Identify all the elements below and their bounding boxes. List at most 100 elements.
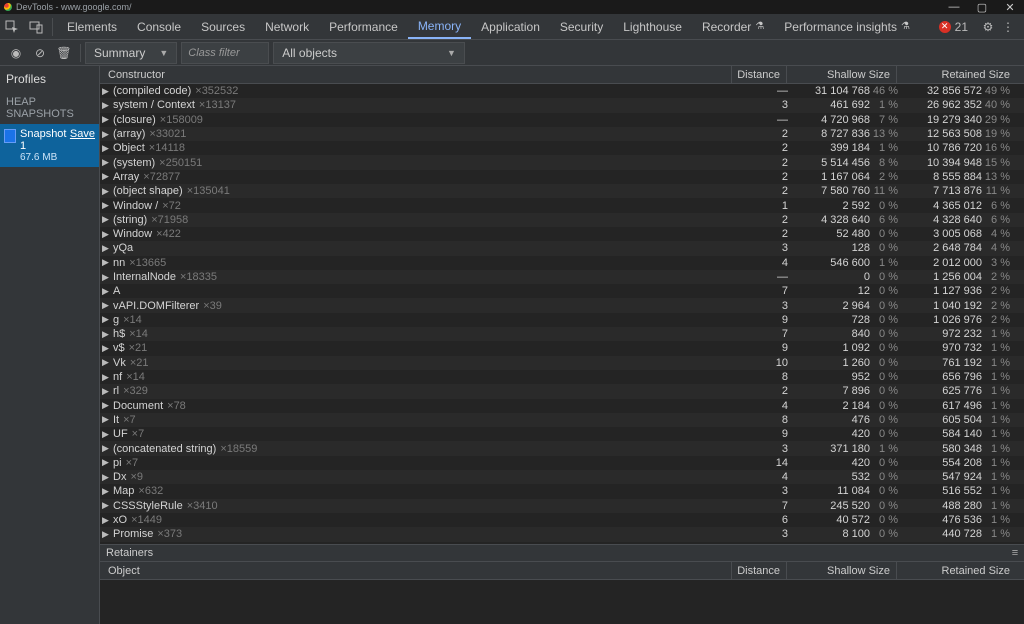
heap-row[interactable]: ▶Vk×21101 2600 %761 1921 % (100, 356, 1024, 370)
heap-row[interactable]: ▶yQa31280 %2 648 7844 % (100, 241, 1024, 255)
col-retained[interactable]: Retained Size (896, 66, 1016, 83)
expand-icon[interactable]: ▶ (102, 414, 111, 425)
class-filter-input[interactable] (181, 42, 269, 64)
expand-icon[interactable]: ▶ (102, 186, 111, 197)
expand-icon[interactable]: ▶ (102, 457, 111, 468)
heap-row[interactable]: ▶Window×422252 4800 %3 005 0684 % (100, 227, 1024, 241)
expand-icon[interactable]: ▶ (102, 143, 111, 154)
device-toggle-icon[interactable] (24, 20, 48, 34)
heap-row[interactable]: ▶(string)×7195824 328 6406 %4 328 6406 % (100, 213, 1024, 227)
expand-icon[interactable]: ▶ (102, 86, 111, 97)
col-shallow[interactable]: Shallow Size (786, 562, 896, 579)
heap-row[interactable]: ▶xO×1449640 5720 %476 5361 % (100, 513, 1024, 527)
tab-security[interactable]: Security (550, 14, 613, 39)
expand-icon[interactable]: ▶ (102, 214, 111, 225)
tab-performance-insights[interactable]: Performance insights⚗ (774, 14, 920, 39)
expand-icon[interactable]: ▶ (102, 429, 111, 440)
heap-row[interactable]: ▶(concatenated string)×185593371 1801 %5… (100, 441, 1024, 455)
heap-row[interactable]: ▶Dx×945320 %547 9241 % (100, 470, 1024, 484)
col-retained[interactable]: Retained Size (896, 562, 1016, 579)
snapshot-item[interactable]: Snapshot 1 Save 67.6 MB (0, 124, 99, 167)
expand-icon[interactable]: ▶ (102, 171, 111, 182)
heap-row[interactable]: ▶vAPI.DOMFilterer×3932 9640 %1 040 1922 … (100, 298, 1024, 312)
heap-row[interactable]: ▶Document×7842 1840 %617 4961 % (100, 399, 1024, 413)
delete-icon[interactable]: 🗑 (52, 41, 76, 65)
expand-icon[interactable]: ▶ (102, 515, 111, 526)
expand-icon[interactable]: ▶ (102, 329, 111, 340)
expand-icon[interactable]: ▶ (102, 257, 111, 268)
heap-row[interactable]: ▶nf×1489520 %656 7961 % (100, 370, 1024, 384)
heap-row[interactable]: ▶v$×2191 0920 %970 7321 % (100, 341, 1024, 355)
expand-icon[interactable]: ▶ (102, 400, 111, 411)
expand-icon[interactable]: ▶ (102, 314, 111, 325)
heap-row[interactable]: ▶(object shape)×13504127 580 76011 %7 71… (100, 184, 1024, 198)
col-object[interactable]: Object (100, 565, 731, 577)
heap-row[interactable]: ▶InternalNode×18335—00 %1 256 0042 % (100, 270, 1024, 284)
scope-dropdown[interactable]: All objects ▼ (273, 42, 465, 64)
heap-row[interactable]: ▶Object×141182399 1841 %10 786 72016 % (100, 141, 1024, 155)
col-distance[interactable]: Distance (731, 562, 786, 579)
heap-row[interactable]: ▶g×1497280 %1 026 9762 % (100, 313, 1024, 327)
expand-icon[interactable]: ▶ (102, 157, 111, 168)
col-shallow[interactable]: Shallow Size (786, 66, 896, 83)
heap-row[interactable]: ▶nn×136654546 6001 %2 012 0003 % (100, 256, 1024, 270)
tab-recorder[interactable]: Recorder⚗ (692, 14, 774, 39)
expand-icon[interactable]: ▶ (102, 114, 111, 125)
expand-icon[interactable]: ▶ (102, 300, 111, 311)
heap-row[interactable]: ▶rl×32927 8960 %625 7761 % (100, 384, 1024, 398)
minimize-button[interactable]: — (940, 1, 968, 13)
view-dropdown[interactable]: Summary ▼ (85, 42, 177, 64)
tab-sources[interactable]: Sources (191, 14, 255, 39)
col-constructor[interactable]: Constructor (100, 69, 731, 81)
expand-icon[interactable]: ▶ (102, 372, 111, 383)
tab-console[interactable]: Console (127, 14, 191, 39)
expand-icon[interactable]: ▶ (102, 229, 111, 240)
expand-icon[interactable]: ▶ (102, 472, 111, 483)
heap-row[interactable]: ▶pi×7144200 %554 2081 % (100, 456, 1024, 470)
heap-row[interactable]: ▶Promise×37338 1000 %440 7281 % (100, 527, 1024, 541)
grid-body[interactable]: ▶(compiled code)×352532—31 104 76846 %32… (100, 84, 1024, 544)
expand-icon[interactable]: ▶ (102, 386, 111, 397)
heap-row[interactable]: ▶(system)×25015125 514 4568 %10 394 9481… (100, 155, 1024, 169)
expand-icon[interactable]: ▶ (102, 486, 111, 497)
expand-icon[interactable]: ▶ (102, 443, 111, 454)
expand-icon[interactable]: ▶ (102, 529, 111, 540)
expand-icon[interactable]: ▶ (102, 357, 111, 368)
tab-elements[interactable]: Elements (57, 14, 127, 39)
error-badge[interactable]: ✕ 21 (939, 20, 968, 34)
tab-application[interactable]: Application (471, 14, 550, 39)
heap-row[interactable]: ▶system / Context×131373461 6921 %26 962… (100, 98, 1024, 112)
tab-performance[interactable]: Performance (319, 14, 408, 39)
heap-row[interactable]: ▶h$×1478400 %972 2321 % (100, 327, 1024, 341)
record-icon[interactable]: ◉ (4, 41, 28, 65)
expand-icon[interactable]: ▶ (102, 100, 111, 111)
heap-row[interactable]: ▶A7120 %1 127 9362 % (100, 284, 1024, 298)
heap-row[interactable]: ▶(array)×3302128 727 83613 %12 563 50819… (100, 127, 1024, 141)
tab-memory[interactable]: Memory (408, 14, 471, 39)
expand-icon[interactable]: ▶ (102, 343, 111, 354)
heap-row[interactable]: ▶It×784760 %605 5041 % (100, 413, 1024, 427)
expand-icon[interactable]: ▶ (102, 243, 111, 254)
expand-icon[interactable]: ▶ (102, 129, 111, 140)
tab-network[interactable]: Network (255, 14, 319, 39)
heap-row[interactable]: ▶Array×7287721 167 0642 %8 555 88413 % (100, 170, 1024, 184)
heap-row[interactable]: ▶Map×632311 0840 %516 5521 % (100, 484, 1024, 498)
kebab-menu-icon[interactable]: ⋮ (998, 20, 1018, 34)
inspect-icon[interactable] (0, 20, 24, 34)
retainers-menu-icon[interactable]: ≡ (1006, 547, 1024, 559)
clear-icon[interactable]: ⊘ (28, 41, 52, 65)
heap-row[interactable]: ▶Window /×7212 5920 %4 365 0126 % (100, 198, 1024, 212)
heap-row[interactable]: ▶(compiled code)×352532—31 104 76846 %32… (100, 84, 1024, 98)
settings-icon[interactable]: ⚙ (978, 20, 998, 34)
close-button[interactable]: ✕ (996, 1, 1024, 14)
maximize-button[interactable]: ▢ (968, 1, 996, 14)
tab-lighthouse[interactable]: Lighthouse (613, 14, 692, 39)
col-distance[interactable]: Distance (731, 66, 786, 83)
expand-icon[interactable]: ▶ (102, 500, 111, 511)
heap-row[interactable]: ▶(closure)×158009—4 720 9687 %19 279 340… (100, 113, 1024, 127)
heap-row[interactable]: ▶UF×794200 %584 1401 % (100, 427, 1024, 441)
expand-icon[interactable]: ▶ (102, 200, 111, 211)
expand-icon[interactable]: ▶ (102, 286, 111, 297)
heap-row[interactable]: ▶CSSStyleRule×34107245 5200 %488 2801 % (100, 499, 1024, 513)
expand-icon[interactable]: ▶ (102, 272, 111, 283)
